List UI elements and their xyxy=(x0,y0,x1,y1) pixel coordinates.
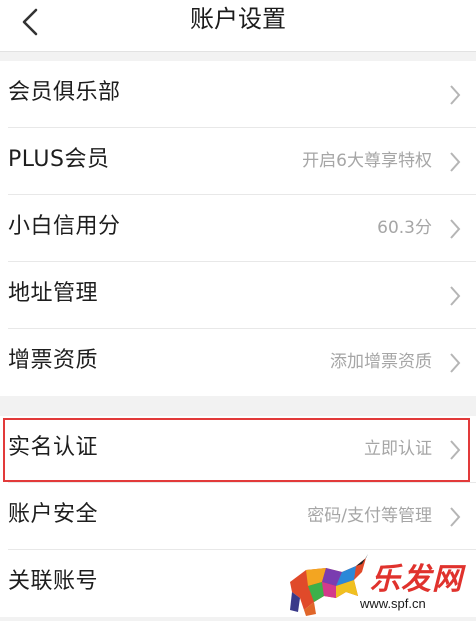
row-label: 小白信用分 xyxy=(8,214,121,239)
row-label: 账户安全 xyxy=(8,502,99,527)
chevron-right-icon xyxy=(450,286,461,306)
row-address[interactable]: 地址管理 xyxy=(0,262,476,329)
watermark: 乐发网 www.spf.cn xyxy=(286,552,472,618)
row-label: PLUS会员 xyxy=(8,147,110,172)
row-value: 60.3分 xyxy=(377,218,432,238)
watermark-url: www.spf.cn xyxy=(360,596,426,611)
highlight-box xyxy=(3,418,470,482)
row-value: 开启6大尊享特权 xyxy=(302,151,432,171)
settings-group-1: 会员俱乐部 PLUS会员 开启6大尊享特权 小白信用分 60.3分 地址管理 增… xyxy=(0,61,476,396)
bull-logo-icon xyxy=(290,554,368,616)
row-credit-score[interactable]: 小白信用分 60.3分 xyxy=(0,195,476,262)
row-account-security[interactable]: 账户安全 密码/支付等管理 xyxy=(0,483,476,550)
row-label: 关联账号 xyxy=(8,569,99,594)
row-member-club[interactable]: 会员俱乐部 xyxy=(0,61,476,128)
chevron-right-icon xyxy=(450,85,461,105)
row-value: 密码/支付等管理 xyxy=(307,506,432,526)
row-plus-member[interactable]: PLUS会员 开启6大尊享特权 xyxy=(0,128,476,195)
header-bar: 账户设置 xyxy=(0,0,476,52)
watermark-brand: 乐发网 xyxy=(370,562,463,597)
chevron-right-icon xyxy=(450,219,461,239)
chevron-right-icon xyxy=(450,353,461,373)
row-label: 会员俱乐部 xyxy=(8,80,121,105)
chevron-right-icon xyxy=(450,507,461,527)
chevron-right-icon xyxy=(450,152,461,172)
row-label: 地址管理 xyxy=(8,281,99,306)
row-vat-invoice[interactable]: 增票资质 添加增票资质 xyxy=(0,329,476,396)
row-value: 添加增票资质 xyxy=(330,352,432,372)
row-label: 增票资质 xyxy=(8,348,99,373)
page-title: 账户设置 xyxy=(190,5,286,33)
